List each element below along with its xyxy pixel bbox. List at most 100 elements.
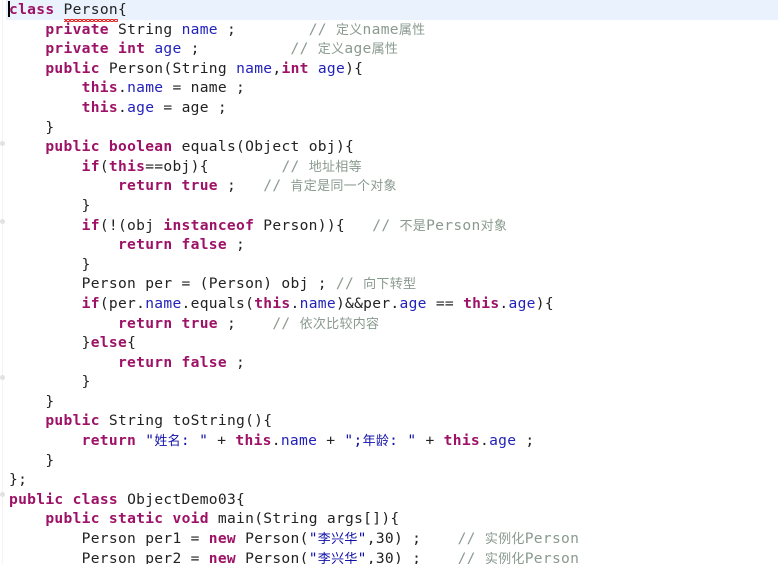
code-type: Person (108, 59, 164, 77)
code-text: main( (208, 510, 264, 528)
code-line[interactable]: } (0, 372, 778, 392)
code-identifier: age (399, 294, 427, 312)
code-text-area[interactable]: class Person{ private String name ; // 定… (0, 0, 778, 564)
code-text: )){ (317, 216, 373, 234)
code-text: toString(){ (163, 412, 273, 430)
code-line[interactable]: private String name ; // 定义name属性 (0, 20, 778, 40)
code-keyword: this (81, 98, 118, 116)
code-line[interactable]: if(per.name.equals(this.name)&&per.age =… (0, 294, 778, 314)
code-keyword: this (254, 294, 291, 312)
code-line[interactable]: Person per1 = new Person("李兴华",30) ; // … (0, 529, 778, 549)
code-comment: Person (524, 530, 580, 548)
code-line[interactable]: return true ; // 依次比较内容 (0, 314, 778, 334)
code-text: { (236, 490, 246, 508)
code-text: + (208, 432, 236, 450)
code-text: per2 = (136, 549, 209, 564)
code-line[interactable]: return false ; (0, 235, 778, 255)
code-text: . (117, 98, 128, 116)
code-line[interactable]: public boolean equals(Object obj){ (0, 137, 778, 157)
code-line[interactable]: return false ; (0, 353, 778, 373)
code-identifier: name (280, 432, 318, 450)
code-text: + (416, 432, 444, 450)
code-line[interactable]: public class ObjectDemo03{ (0, 490, 778, 510)
code-comment: 定义 (335, 22, 363, 38)
code-line[interactable]: class Person{ (0, 0, 778, 22)
code-line[interactable]: } (0, 255, 778, 275)
code-line[interactable]: } (0, 196, 778, 216)
code-editor-canvas[interactable]: class Person{ private String name ; // 定… (0, 0, 778, 564)
code-fold-marker[interactable] (0, 492, 5, 497)
code-comment: 地址相等 (308, 159, 362, 175)
code-comment: // (372, 216, 400, 234)
code-string: 李兴华 (317, 532, 358, 548)
code-line[interactable]: public String toString(){ (0, 411, 778, 431)
code-line[interactable]: public static void main(String args[]){ (0, 509, 778, 529)
code-text: } (45, 118, 55, 136)
code-line[interactable]: } (0, 118, 778, 138)
gutter-guide-line (2, 0, 3, 564)
code-string: " (357, 530, 367, 548)
code-fold-marker[interactable] (0, 141, 5, 146)
code-line[interactable]: if(!(obj instanceof Person)){ // 不是Perso… (0, 216, 778, 236)
code-text: age ; (181, 98, 227, 116)
code-comment: // (263, 177, 291, 195)
code-text: . (499, 294, 509, 312)
code-comment: // (457, 530, 485, 548)
code-comment: // (290, 40, 318, 58)
code-line[interactable]: }else{ (0, 333, 778, 353)
code-string: 年龄 (362, 434, 390, 450)
code-line[interactable]: return "姓名: " + this.name + ";年龄: " + th… (0, 431, 778, 451)
code-line[interactable]: public Person(String name,int age){ (0, 59, 778, 79)
code-fold-marker[interactable] (0, 219, 5, 224)
code-keyword: new (208, 530, 237, 548)
code-keyword: static (108, 510, 164, 528)
code-line[interactable]: this.age = age ; (0, 98, 778, 118)
code-type: Person (81, 530, 137, 548)
code-keyword: return (81, 432, 137, 450)
code-line[interactable]: }; (0, 470, 778, 490)
code-line[interactable]: Person per2 = new Person("李兴华",30) ; // … (0, 549, 778, 564)
code-line[interactable]: Person per = (Person) obj ; // 向下转型 (0, 274, 778, 294)
code-type: String (263, 510, 318, 528)
editor-gutter (0, 0, 6, 564)
code-text: .equals( (181, 294, 255, 312)
code-text: ; (516, 432, 535, 450)
code-line[interactable]: if(this==obj){ // 地址相等 (0, 157, 778, 177)
code-line[interactable]: return true ; // 肯定是同一个对象 (0, 176, 778, 196)
code-comment: 属性 (371, 42, 399, 58)
code-line[interactable]: this.name = name ; (0, 78, 778, 98)
code-text: ) obj ; (263, 275, 336, 293)
code-text: (!(obj (99, 216, 164, 234)
code-fold-marker[interactable] (0, 375, 5, 380)
code-comment: // (281, 157, 309, 175)
code-line[interactable]: } (0, 451, 778, 471)
code-line[interactable]: } (0, 392, 778, 412)
code-text: ( (299, 530, 309, 548)
code-text: } (45, 392, 55, 410)
code-keyword: false (181, 353, 227, 371)
code-comment: name (362, 20, 399, 38)
code-keyword: false (181, 236, 227, 254)
code-line[interactable]: private int age ; // 定义age属性 (0, 39, 778, 59)
